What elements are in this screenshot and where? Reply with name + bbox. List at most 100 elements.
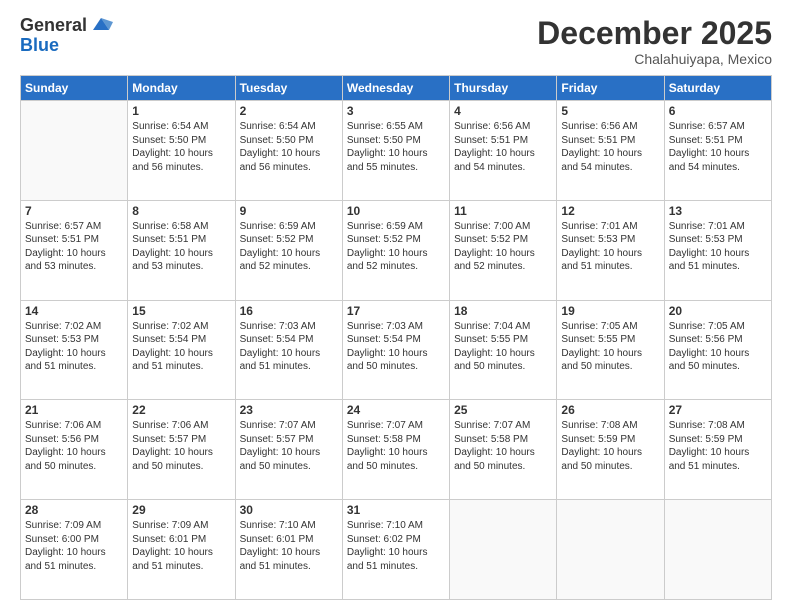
calendar-cell — [557, 500, 664, 600]
day-number: 11 — [454, 204, 552, 218]
cell-info: Sunrise: 7:03 AMSunset: 5:54 PMDaylight:… — [347, 320, 445, 374]
cell-info: Sunrise: 6:58 AMSunset: 5:51 PMDaylight:… — [132, 220, 230, 274]
cell-info: Sunrise: 6:59 AMSunset: 5:52 PMDaylight:… — [347, 220, 445, 274]
day-header-friday: Friday — [557, 76, 664, 101]
calendar-cell: 6 Sunrise: 6:57 AMSunset: 5:51 PMDaylight… — [664, 101, 771, 201]
calendar-cell: 10Sunrise: 6:59 AMSunset: 5:52 PMDayligh… — [342, 200, 449, 300]
calendar-body: 1 Sunrise: 6:54 AMSunset: 5:50 PMDaylight… — [21, 101, 772, 600]
day-number: 26 — [561, 403, 659, 417]
calendar-cell: 9 Sunrise: 6:59 AMSunset: 5:52 PMDaylight… — [235, 200, 342, 300]
day-number: 14 — [25, 304, 123, 318]
day-number: 4 — [454, 104, 552, 118]
cell-info: Sunrise: 7:02 AMSunset: 5:53 PMDaylight:… — [25, 320, 123, 374]
day-number: 23 — [240, 403, 338, 417]
cell-info: Sunrise: 6:56 AMSunset: 5:51 PMDaylight:… — [561, 120, 659, 174]
day-number: 2 — [240, 104, 338, 118]
location: Chalahuiyapa, Mexico — [537, 51, 772, 67]
day-header-tuesday: Tuesday — [235, 76, 342, 101]
calendar-cell: 5 Sunrise: 6:56 AMSunset: 5:51 PMDaylight… — [557, 101, 664, 201]
calendar-cell: 14 Sunrise: 7:02 AMSunset: 5:53 PMDayligh… — [21, 300, 128, 400]
cell-info: Sunrise: 6:54 AMSunset: 5:50 PMDaylight:… — [132, 120, 230, 174]
day-header-saturday: Saturday — [664, 76, 771, 101]
calendar-cell: 19 Sunrise: 7:05 AMSunset: 5:55 PMDayligh… — [557, 300, 664, 400]
week-row-1: 7 Sunrise: 6:57 AMSunset: 5:51 PMDaylight… — [21, 200, 772, 300]
calendar-cell: 3 Sunrise: 6:55 AMSunset: 5:50 PMDaylight… — [342, 101, 449, 201]
day-number: 25 — [454, 403, 552, 417]
cell-info: Sunrise: 6:56 AMSunset: 5:51 PMDaylight:… — [454, 120, 552, 174]
month-title: December 2025 — [537, 16, 772, 51]
cell-info: Sunrise: 7:05 AMSunset: 5:55 PMDaylight:… — [561, 320, 659, 374]
day-header-monday: Monday — [128, 76, 235, 101]
day-number: 9 — [240, 204, 338, 218]
header: General Blue December 2025 Chalahuiyapa,… — [20, 16, 772, 67]
calendar-cell: 7 Sunrise: 6:57 AMSunset: 5:51 PMDaylight… — [21, 200, 128, 300]
day-number: 18 — [454, 304, 552, 318]
calendar-header: SundayMondayTuesdayWednesdayThursdayFrid… — [21, 76, 772, 101]
logo-blue: Blue — [20, 36, 113, 56]
calendar-cell: 30 Sunrise: 7:10 AMSunset: 6:01 PMDayligh… — [235, 500, 342, 600]
cell-info: Sunrise: 7:06 AMSunset: 5:57 PMDaylight:… — [132, 419, 230, 473]
cell-info: Sunrise: 7:05 AMSunset: 5:56 PMDaylight:… — [669, 320, 767, 374]
day-number: 6 — [669, 104, 767, 118]
logo-general: General — [20, 16, 87, 36]
cell-info: Sunrise: 7:08 AMSunset: 5:59 PMDaylight:… — [669, 419, 767, 473]
day-number: 27 — [669, 403, 767, 417]
day-header-wednesday: Wednesday — [342, 76, 449, 101]
day-number: 7 — [25, 204, 123, 218]
day-number: 16 — [240, 304, 338, 318]
cell-info: Sunrise: 7:07 AMSunset: 5:57 PMDaylight:… — [240, 419, 338, 473]
week-row-2: 14 Sunrise: 7:02 AMSunset: 5:53 PMDayligh… — [21, 300, 772, 400]
calendar-cell: 4 Sunrise: 6:56 AMSunset: 5:51 PMDaylight… — [450, 101, 557, 201]
week-row-0: 1 Sunrise: 6:54 AMSunset: 5:50 PMDaylight… — [21, 101, 772, 201]
week-row-3: 21Sunrise: 7:06 AMSunset: 5:56 PMDayligh… — [21, 400, 772, 500]
page: General Blue December 2025 Chalahuiyapa,… — [0, 0, 792, 612]
cell-info: Sunrise: 7:08 AMSunset: 5:59 PMDaylight:… — [561, 419, 659, 473]
day-number: 28 — [25, 503, 123, 517]
calendar-cell: 31Sunrise: 7:10 AMSunset: 6:02 PMDayligh… — [342, 500, 449, 600]
calendar-cell: 1 Sunrise: 6:54 AMSunset: 5:50 PMDaylight… — [128, 101, 235, 201]
logo-text: General Blue — [20, 16, 113, 56]
calendar-cell: 13Sunrise: 7:01 AMSunset: 5:53 PMDayligh… — [664, 200, 771, 300]
cell-info: Sunrise: 6:54 AMSunset: 5:50 PMDaylight:… — [240, 120, 338, 174]
cell-info: Sunrise: 6:59 AMSunset: 5:52 PMDaylight:… — [240, 220, 338, 274]
cell-info: Sunrise: 7:07 AMSunset: 5:58 PMDaylight:… — [347, 419, 445, 473]
calendar-cell: 25 Sunrise: 7:07 AMSunset: 5:58 PMDayligh… — [450, 400, 557, 500]
day-header-sunday: Sunday — [21, 76, 128, 101]
day-number: 20 — [669, 304, 767, 318]
calendar-cell: 17 Sunrise: 7:03 AMSunset: 5:54 PMDayligh… — [342, 300, 449, 400]
cell-info: Sunrise: 7:07 AMSunset: 5:58 PMDaylight:… — [454, 419, 552, 473]
cell-info: Sunrise: 7:09 AMSunset: 6:01 PMDaylight:… — [132, 519, 230, 573]
day-number: 19 — [561, 304, 659, 318]
calendar-cell: 15Sunrise: 7:02 AMSunset: 5:54 PMDayligh… — [128, 300, 235, 400]
cell-info: Sunrise: 6:55 AMSunset: 5:50 PMDaylight:… — [347, 120, 445, 174]
calendar-cell: 29 Sunrise: 7:09 AMSunset: 6:01 PMDayligh… — [128, 500, 235, 600]
day-number: 1 — [132, 104, 230, 118]
header-row: SundayMondayTuesdayWednesdayThursdayFrid… — [21, 76, 772, 101]
calendar-cell — [450, 500, 557, 600]
day-number: 17 — [347, 304, 445, 318]
calendar-cell — [21, 101, 128, 201]
day-number: 3 — [347, 104, 445, 118]
calendar-cell: 18 Sunrise: 7:04 AMSunset: 5:55 PMDayligh… — [450, 300, 557, 400]
day-number: 5 — [561, 104, 659, 118]
cell-info: Sunrise: 6:57 AMSunset: 5:51 PMDaylight:… — [669, 120, 767, 174]
cell-info: Sunrise: 7:06 AMSunset: 5:56 PMDaylight:… — [25, 419, 123, 473]
cell-info: Sunrise: 7:09 AMSunset: 6:00 PMDaylight:… — [25, 519, 123, 573]
cell-info: Sunrise: 7:04 AMSunset: 5:55 PMDaylight:… — [454, 320, 552, 374]
day-number: 8 — [132, 204, 230, 218]
cell-info: Sunrise: 7:03 AMSunset: 5:54 PMDaylight:… — [240, 320, 338, 374]
cell-info: Sunrise: 7:01 AMSunset: 5:53 PMDaylight:… — [561, 220, 659, 274]
day-number: 29 — [132, 503, 230, 517]
calendar-cell — [664, 500, 771, 600]
cell-info: Sunrise: 6:57 AMSunset: 5:51 PMDaylight:… — [25, 220, 123, 274]
calendar-cell: 23 Sunrise: 7:07 AMSunset: 5:57 PMDayligh… — [235, 400, 342, 500]
calendar-cell: 2 Sunrise: 6:54 AMSunset: 5:50 PMDaylight… — [235, 101, 342, 201]
day-number: 30 — [240, 503, 338, 517]
day-number: 31 — [347, 503, 445, 517]
logo-icon — [89, 12, 113, 36]
calendar-cell: 16 Sunrise: 7:03 AMSunset: 5:54 PMDayligh… — [235, 300, 342, 400]
cell-info: Sunrise: 7:10 AMSunset: 6:01 PMDaylight:… — [240, 519, 338, 573]
calendar-cell: 24Sunrise: 7:07 AMSunset: 5:58 PMDayligh… — [342, 400, 449, 500]
day-number: 13 — [669, 204, 767, 218]
logo: General Blue — [20, 16, 113, 56]
